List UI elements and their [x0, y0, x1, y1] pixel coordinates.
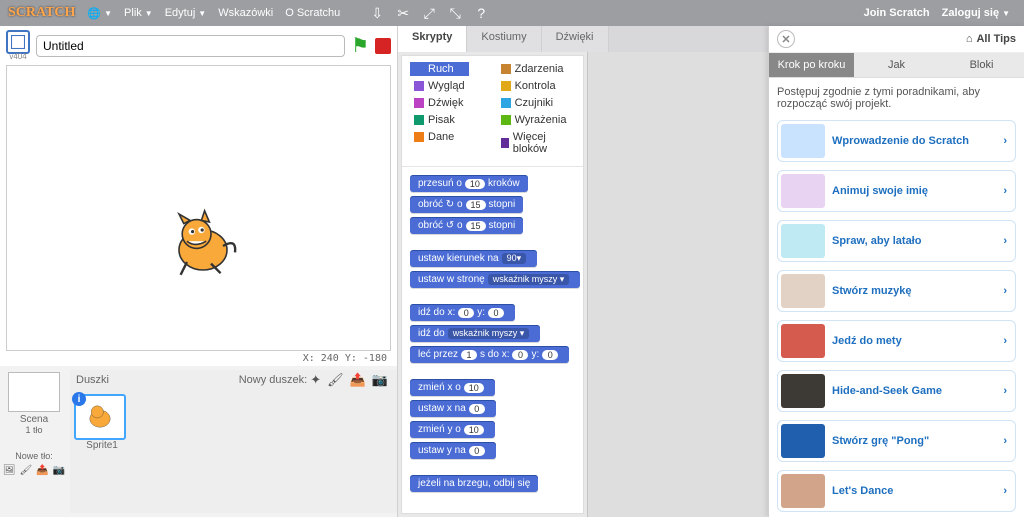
sprite-item[interactable]: i Sprite1	[74, 394, 130, 451]
menu-tips[interactable]: Wskazówki	[218, 7, 273, 19]
guide-item[interactable]: Stwórz grę "Pong"›	[777, 420, 1016, 462]
block-move-steps[interactable]: przesuń o10kroków	[410, 175, 528, 192]
sprite-library-icon[interactable]: ✦	[310, 372, 321, 388]
top-menu-bar: SCRATCH 🌐▼ Plik▼ Edytuj▼ Wskazówki O Scr…	[0, 0, 1024, 26]
duplicate-icon[interactable]: ⇩	[368, 4, 386, 22]
menu-about[interactable]: O Scratchu	[285, 7, 340, 19]
category-dane[interactable]: Dane	[410, 130, 469, 144]
project-title-input[interactable]	[36, 35, 345, 57]
sign-in-link[interactable]: Zaloguj się▼	[942, 7, 1010, 19]
backdrop-library-icon[interactable]: 🖼	[3, 465, 16, 476]
block-turn-cw[interactable]: obróć ↻ o15stopni	[410, 196, 523, 213]
tips-tab-step[interactable]: Krok po kroku	[769, 53, 854, 77]
block-change-x[interactable]: zmień x o10	[410, 379, 495, 396]
delete-icon[interactable]: ✂	[394, 4, 412, 22]
fullscreen-button[interactable]	[6, 30, 30, 54]
category-zdarzenia[interactable]: Zdarzenia	[497, 62, 575, 76]
scene-label: Scena	[4, 414, 64, 425]
new-sprite-label: Nowy duszek:	[239, 374, 307, 386]
sprite-info-icon[interactable]: i	[72, 392, 86, 406]
block-goto-mouse[interactable]: idź dowskaźnik myszy ▾	[410, 325, 540, 342]
backdrop-thumb[interactable]	[8, 372, 60, 412]
guide-item[interactable]: Let's Dance›	[777, 470, 1016, 512]
guide-item[interactable]: Hide-and-Seek Game›	[777, 370, 1016, 412]
block-glide[interactable]: leć przez1s do x:0y:0	[410, 346, 569, 363]
category-ruch[interactable]: Ruch	[410, 62, 469, 76]
home-icon[interactable]: ⌂	[966, 33, 973, 45]
new-backdrop-label: Nowe tło:	[4, 451, 64, 461]
tab-scripts[interactable]: Skrypty	[398, 26, 467, 52]
block-bounce-edge[interactable]: jeżeli na brzegu, odbij się	[410, 475, 538, 492]
globe-icon[interactable]: 🌐▼	[87, 7, 112, 20]
scratch-cat-sprite[interactable]	[163, 206, 243, 286]
scratch-logo[interactable]: SCRATCH	[8, 5, 75, 21]
backdrop-paint-icon[interactable]: 🖌	[20, 465, 33, 476]
sprite-camera-icon[interactable]: 📷	[372, 372, 388, 388]
sprite-area: Duszki Nowy duszek: ✦ 🖌 📤 📷 i Sprite1	[70, 370, 397, 513]
stop-button[interactable]	[375, 38, 391, 54]
mouse-coords: X: 240 Y: -180	[0, 351, 397, 366]
block-change-y[interactable]: zmień y o10	[410, 421, 495, 438]
fs-label: v404	[6, 52, 30, 61]
category-dźwięk[interactable]: Dźwięk	[410, 96, 469, 110]
block-set-x[interactable]: ustaw x na0	[410, 400, 496, 417]
stage[interactable]	[6, 65, 391, 351]
backdrop-panel: Scena 1 tło Nowe tło: 🖼 🖌 📤 📷	[4, 370, 64, 513]
sprites-header: Duszki	[76, 374, 109, 386]
menu-edit[interactable]: Edytuj▼	[165, 7, 207, 19]
shrink-icon[interactable]: ⤡	[446, 4, 464, 22]
category-więcej-bloków[interactable]: Więcej bloków	[497, 130, 575, 156]
sprite-paint-icon[interactable]: 🖌	[327, 372, 344, 388]
tips-close-icon[interactable]: ✕	[777, 30, 795, 48]
tab-sounds[interactable]: Dźwięki	[542, 26, 609, 52]
stage-column: v404 ⚑ X: 240 Y: -180 Scena	[0, 26, 398, 517]
guide-item[interactable]: Stwórz muzykę›	[777, 270, 1016, 312]
guide-item[interactable]: Animuj swoje imię›	[777, 170, 1016, 212]
tips-tab-how[interactable]: Jak	[854, 53, 939, 77]
guide-item[interactable]: Jedź do mety›	[777, 320, 1016, 362]
block-turn-ccw[interactable]: obróć ↺ o15stopni	[410, 217, 523, 234]
block-goto-xy[interactable]: idź do x:0y:0	[410, 304, 515, 321]
block-palette: Ruch Wygląd Dźwięk Pisak Dane Zdarzenia Kontr…	[401, 55, 584, 514]
green-flag-button[interactable]: ⚑	[351, 33, 369, 58]
join-scratch-link[interactable]: Join Scratch	[864, 7, 930, 19]
sprite-name: Sprite1	[74, 440, 130, 451]
scene-count: 1 tło	[4, 425, 64, 435]
scripts-workspace[interactable]	[587, 52, 769, 517]
category-wygląd[interactable]: Wygląd	[410, 79, 469, 93]
category-wyrażenia[interactable]: Wyrażenia	[497, 113, 575, 127]
motion-blocks: przesuń o10kroków obróć ↻ o15stopni obró…	[402, 167, 583, 513]
block-point-towards[interactable]: ustaw w stronęwskaźnik myszy ▾	[410, 271, 580, 288]
tips-intro-text: Postępuj zgodnie z tymi poradnikami, aby…	[777, 86, 1016, 110]
tips-panel: ✕ ⌂ All Tips Krok po kroku Jak Bloki Pos…	[768, 26, 1024, 517]
guide-item[interactable]: Spraw, aby latało›	[777, 220, 1016, 262]
backdrop-upload-icon[interactable]: 📤	[36, 465, 48, 476]
menu-file[interactable]: Plik▼	[124, 7, 153, 19]
all-tips-link[interactable]: All Tips	[976, 33, 1016, 45]
category-kontrola[interactable]: Kontrola	[497, 79, 575, 93]
grow-icon[interactable]: ⤢	[420, 4, 438, 22]
blocks-column: Skrypty Kostiumy Dźwięki Ruch Wygląd Dźwię…	[398, 26, 768, 517]
help-icon[interactable]: ?	[472, 4, 490, 22]
tab-costumes[interactable]: Kostiumy	[467, 26, 541, 52]
backdrop-camera-icon[interactable]: 📷	[53, 465, 65, 476]
category-pisak[interactable]: Pisak	[410, 113, 469, 127]
block-point-direction[interactable]: ustaw kierunek na90▾	[410, 250, 537, 267]
sprite-upload-icon[interactable]: 📤	[350, 372, 366, 388]
guide-item[interactable]: Wprowadzenie do Scratch›	[777, 120, 1016, 162]
block-set-y[interactable]: ustaw y na0	[410, 442, 496, 459]
tips-tab-blocks[interactable]: Bloki	[939, 53, 1024, 77]
category-czujniki[interactable]: Czujniki	[497, 96, 575, 110]
editor-tabs: Skrypty Kostiumy Dźwięki	[398, 26, 768, 52]
